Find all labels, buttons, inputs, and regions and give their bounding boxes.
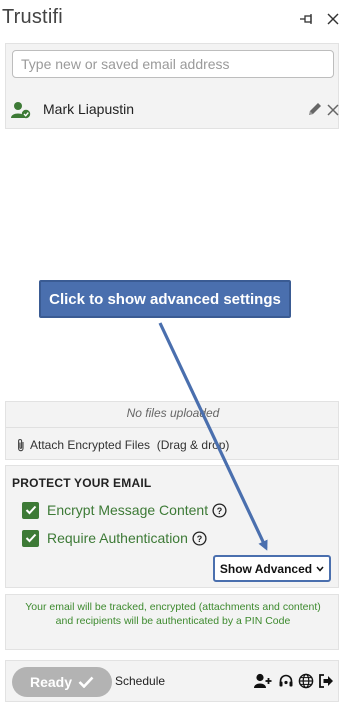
protection-info-line2: and recipients will be authenticated by … xyxy=(55,615,291,627)
attach-files-label: Attach Encrypted Files (Drag & drop) xyxy=(30,438,230,452)
trustifi-panel: Trustifi Type new or saved email address… xyxy=(0,0,350,706)
encrypt-content-option: Encrypt Message Content ? xyxy=(22,500,227,520)
footer-bar: Ready Schedule xyxy=(5,660,339,702)
ready-send-button[interactable]: Ready xyxy=(12,667,112,697)
title-bar: Trustifi xyxy=(0,0,350,38)
edit-pencil-icon[interactable] xyxy=(307,101,323,119)
protection-info-line1: Your email will be tracked, encrypted (a… xyxy=(25,601,321,613)
protect-title: PROTECT YOUR EMAIL xyxy=(12,476,152,490)
sign-out-icon[interactable] xyxy=(317,672,335,690)
no-files-text: No files uploaded xyxy=(126,406,220,420)
help-question-icon[interactable]: ? xyxy=(212,502,227,518)
recipient-row: Mark Liapustin xyxy=(11,100,339,122)
attach-files-button[interactable]: Attach Encrypted Files (Drag & drop) xyxy=(16,436,229,454)
require-auth-option: Require Authentication ? xyxy=(22,528,207,548)
recipients-panel: Mark Liapustin xyxy=(5,43,339,129)
ready-label: Ready xyxy=(29,674,73,690)
protection-info-panel: Your email will be tracked, encrypted (a… xyxy=(5,594,339,650)
verified-user-icon xyxy=(11,101,31,119)
remove-recipient-icon[interactable] xyxy=(327,101,341,119)
paperclip-icon xyxy=(16,438,26,452)
show-advanced-label: Show Advanced xyxy=(219,561,313,576)
attachments-panel: No files uploaded Attach Encrypted Files… xyxy=(5,401,339,460)
encrypt-content-label: Encrypt Message Content xyxy=(47,502,209,518)
add-contact-icon[interactable] xyxy=(254,672,272,690)
recipient-name: Mark Liapustin xyxy=(43,101,135,117)
recipient-email-input[interactable] xyxy=(12,50,334,78)
globe-icon[interactable] xyxy=(297,672,315,690)
svg-text:?: ? xyxy=(197,534,203,544)
require-auth-label: Require Authentication xyxy=(47,530,188,546)
chevron-down-icon xyxy=(316,566,324,572)
help-question-icon[interactable]: ? xyxy=(192,530,207,546)
require-auth-checkbox[interactable] xyxy=(22,529,39,547)
protection-info-text: Your email will be tracked, encrypted (a… xyxy=(6,600,340,628)
svg-text:?: ? xyxy=(217,506,223,516)
checkmark-icon xyxy=(78,676,94,688)
app-title: Trustifi xyxy=(2,6,63,28)
schedule-button[interactable]: Schedule xyxy=(115,674,165,688)
files-divider xyxy=(6,427,338,428)
support-headset-icon[interactable] xyxy=(277,672,295,690)
advanced-settings-callout: Click to show advanced settings xyxy=(39,280,291,318)
pin-icon[interactable] xyxy=(296,8,318,30)
close-icon[interactable] xyxy=(322,8,344,30)
protect-email-panel: PROTECT YOUR EMAIL Encrypt Message Conte… xyxy=(5,465,339,588)
encrypt-content-checkbox[interactable] xyxy=(22,501,39,519)
show-advanced-button[interactable]: Show Advanced xyxy=(213,555,331,582)
